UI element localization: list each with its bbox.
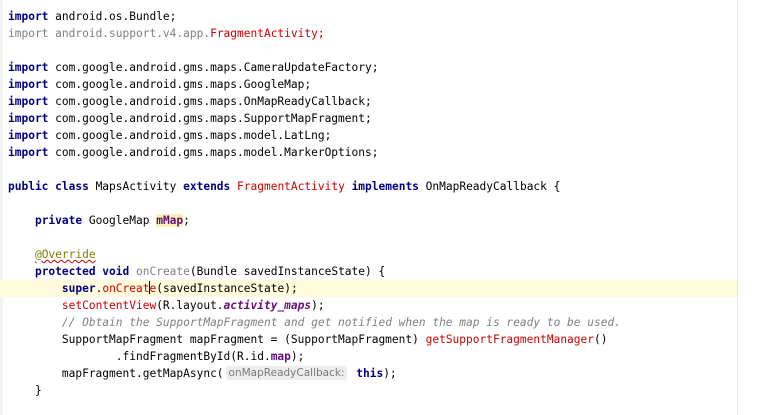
code-token: public class (8, 180, 89, 193)
code-token: import (8, 61, 49, 74)
code-token: com.google.android.gms.maps.model.LatLng… (48, 129, 332, 142)
code-line[interactable] (0, 229, 737, 246)
code-token: import (8, 78, 49, 91)
code-line[interactable]: } (0, 382, 737, 399)
code-token: com.google.android.gms.maps.OnMapReadyCa… (48, 95, 372, 108)
right-margin-guide (737, 0, 738, 415)
code-line[interactable] (0, 195, 737, 212)
code-token: com.google.android.gms.maps.SupportMapFr… (48, 112, 372, 125)
code-token: map (270, 350, 291, 363)
code-token: FragmentActivity (210, 27, 318, 40)
current-line[interactable]: super.onCreate(savedInstanceState); (0, 280, 737, 297)
code-token: import (8, 146, 49, 159)
code-token: FragmentActivity (237, 180, 345, 193)
code-token: setContentView (61, 299, 157, 312)
code-token: com.google.android.gms.maps.model.Marker… (48, 146, 379, 159)
code-line[interactable] (0, 161, 737, 178)
code-line[interactable]: import com.google.android.gms.maps.Suppo… (0, 110, 737, 127)
code-line[interactable]: import com.google.android.gms.maps.Camer… (0, 59, 737, 76)
code-token: .findFragmentById(R.id. (8, 350, 271, 363)
code-token: activity_maps (223, 299, 312, 312)
code-line[interactable]: setContentView(R.layout.activity_maps); (0, 297, 737, 314)
code-editor[interactable]: import android.os.Bundle; import android.… (0, 0, 760, 415)
code-line[interactable]: private GoogleMap mMap; (0, 212, 737, 229)
code-token: com.google.android.gms.maps.CameraUpdate… (48, 61, 379, 74)
code-line[interactable]: import com.google.android.gms.maps.model… (0, 127, 737, 144)
code-token: import (8, 129, 49, 142)
code-line[interactable]: import com.google.android.gms.maps.Googl… (0, 76, 737, 93)
code-line[interactable]: public class MapsActivity extends Fragme… (0, 178, 737, 195)
code-token: ); (383, 367, 397, 380)
code-token: MapsActivity (88, 180, 184, 193)
code-token: import (8, 27, 49, 40)
code-line[interactable]: .findFragmentById(R.id.map); (0, 348, 737, 365)
code-token: protected void (34, 265, 130, 278)
code-line[interactable]: mapFragment.getMapAsync(onMapReadyCallba… (0, 365, 737, 382)
code-token: android.os.Bundle; (48, 10, 177, 23)
code-line[interactable]: // Obtain the SupportMapFragment and get… (0, 314, 737, 331)
code-token: ; (183, 214, 190, 227)
code-token: extends (183, 180, 231, 193)
code-token: ; (317, 27, 325, 40)
code-token: getSupportFragmentManager (425, 333, 594, 346)
code-token: import (8, 112, 49, 125)
code-token: SupportMapFragment mapFragment = (Suppor… (8, 333, 426, 346)
code-token: (R.layout. (156, 299, 224, 312)
code-line[interactable]: @Override (0, 246, 737, 263)
code-line[interactable]: import android.os.Bundle; (0, 8, 737, 25)
code-line[interactable]: import com.google.android.gms.maps.model… (0, 144, 737, 161)
code-line[interactable]: import com.google.android.gms.maps.OnMap… (0, 93, 737, 110)
code-token: com.google.android.gms.maps.GoogleMap; (48, 78, 312, 91)
code-token: mapFragment.getMapAsync( (8, 367, 224, 380)
code-token: (Bundle savedInstanceState) { (189, 265, 386, 278)
code-token: OnMapReadyCallback { (418, 180, 561, 193)
code-token: super (61, 282, 96, 295)
code-line[interactable]: protected void onCreate(Bundle savedInst… (0, 263, 737, 280)
code-line[interactable] (0, 42, 737, 59)
code-token: android.support.v4.app. (48, 27, 211, 40)
code-token: (savedInstanceState); (156, 282, 298, 295)
code-token: } (8, 384, 42, 397)
code-token: onCreate (136, 265, 190, 278)
code-token: // Obtain the SupportMapFragment and get… (61, 316, 621, 329)
parameter-hint: onMapReadyCallback: (225, 366, 348, 380)
code-token: () (594, 333, 608, 346)
code-token: mMap (156, 214, 184, 227)
code-line[interactable]: import android.support.v4.app.FragmentAc… (0, 25, 737, 42)
code-token: ); (290, 350, 305, 363)
code-token: import (8, 95, 49, 108)
code-token: implements (351, 180, 419, 193)
code-token: ); (311, 299, 325, 312)
code-token: onCreat (102, 282, 150, 295)
code-token: private (34, 214, 83, 227)
code-token: @Override (34, 248, 96, 261)
code-token: this (356, 367, 384, 380)
code-token: GoogleMap (82, 214, 157, 227)
code-token: import (8, 10, 49, 23)
code-line[interactable]: SupportMapFragment mapFragment = (Suppor… (0, 331, 737, 348)
